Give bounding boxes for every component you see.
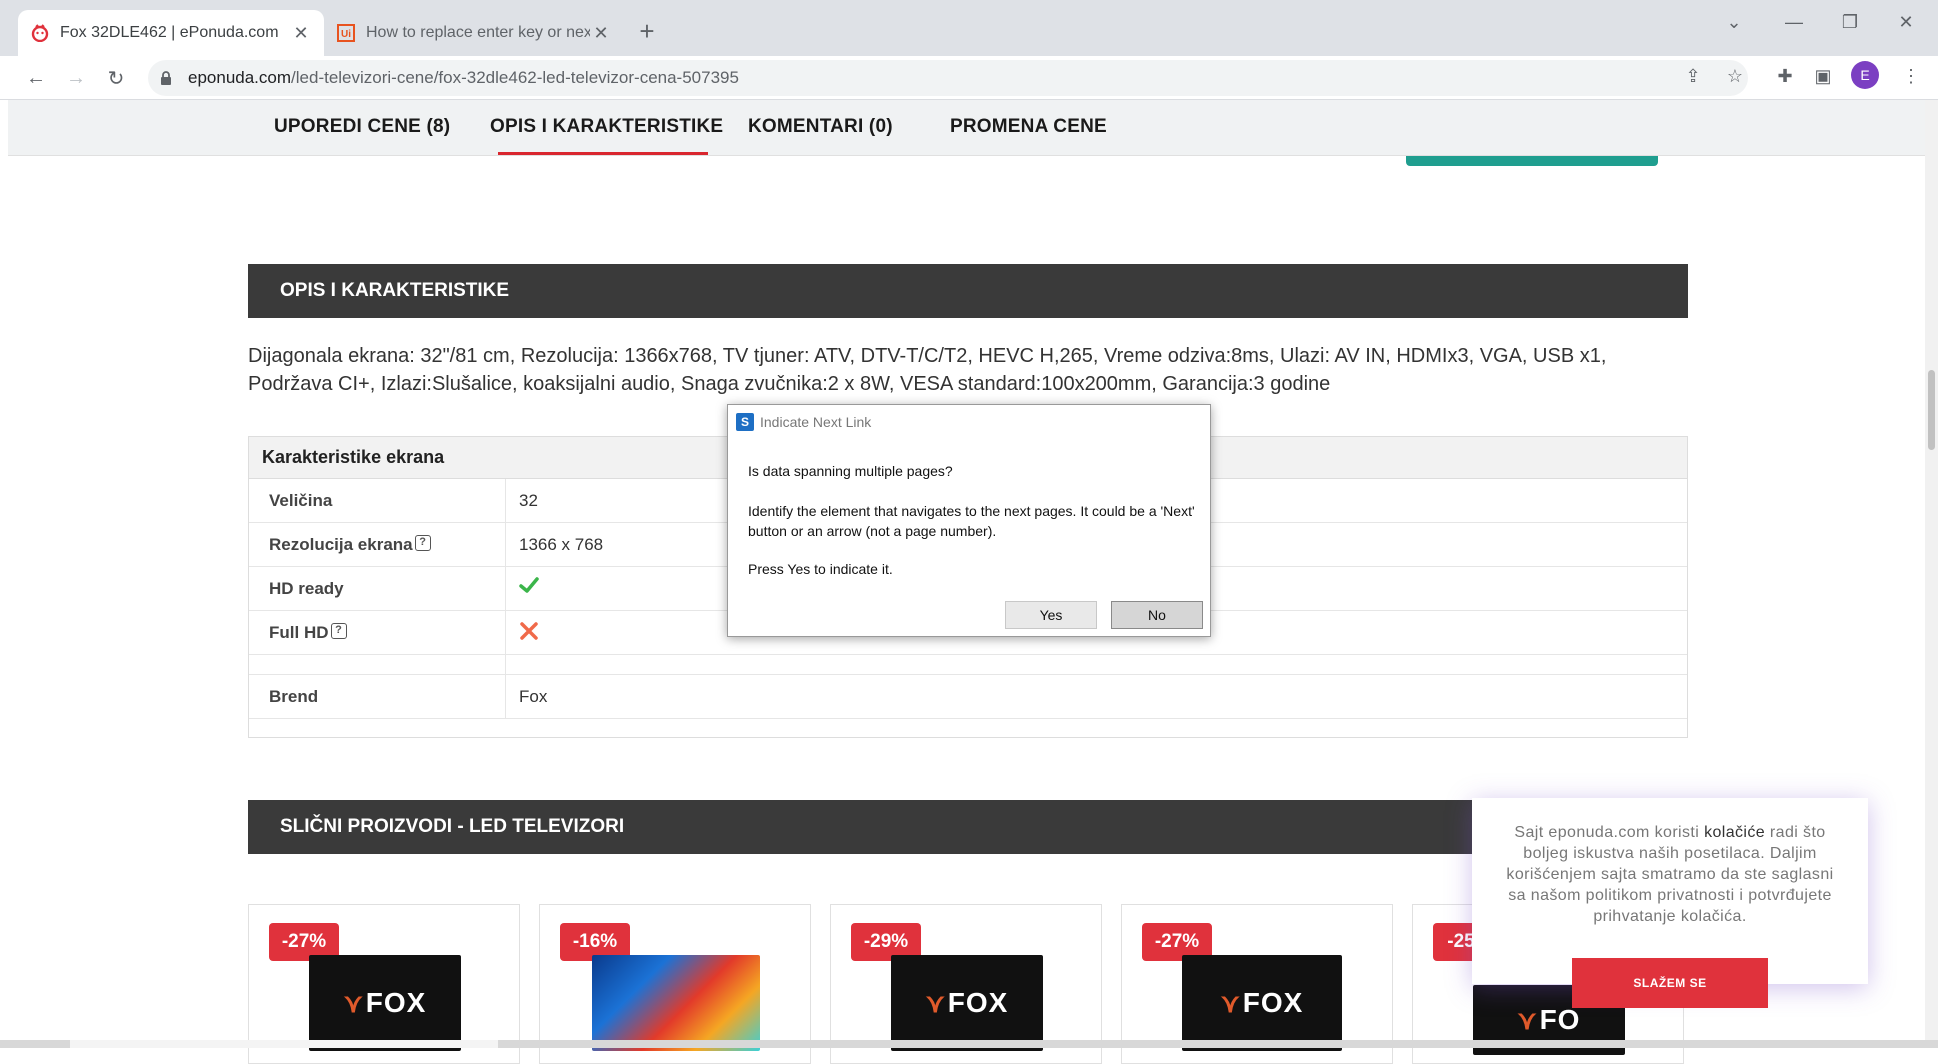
fox-logo: ⋎ FOX [1220, 987, 1304, 1018]
restore-icon[interactable]: ❐ [1830, 12, 1870, 33]
spec-key: HD ready [269, 579, 344, 598]
browser-window: Fox 32DLE462 | ePonuda.com ✕ Ui How to r… [0, 0, 1938, 1064]
lock-icon [160, 70, 176, 86]
tab-uipath-forum[interactable]: Ui How to replace enter key or next ✕ [324, 10, 624, 56]
vertical-scrollbar[interactable] [1925, 100, 1938, 1040]
fox-logo: ⋎ FOX [925, 987, 1009, 1018]
spec-key: Rezolucija ekrana [269, 535, 413, 554]
extensions-icon[interactable]: ✚ [1770, 66, 1800, 87]
spec-value: 32 [519, 491, 538, 510]
bookmark-star-icon[interactable]: ☆ [1720, 66, 1750, 87]
fox-logo: ⋎ FOX [343, 987, 427, 1018]
horizontal-scrollbar-thumb[interactable] [70, 1040, 498, 1048]
brand-logo-text: FO [1539, 1004, 1581, 1035]
cookie-text-part: Sajt eponuda.com koristi [1514, 824, 1705, 841]
tab-title: How to replace enter key or next [366, 24, 590, 41]
tab-strip: Fox 32DLE462 | ePonuda.com ✕ Ui How to r… [0, 0, 1938, 56]
help-icon[interactable]: ? [330, 623, 347, 639]
accept-cookies-button[interactable]: SLAŽEM SE [1572, 958, 1768, 1008]
tab-title: Fox 32DLE462 | ePonuda.com [60, 24, 279, 41]
spec-key: Veličina [269, 491, 333, 510]
tab-price-history[interactable]: PROMENA CENE [950, 116, 1107, 138]
checkmark-icon [519, 575, 539, 600]
new-tab-button[interactable]: + [632, 16, 662, 46]
eponuda-icon [30, 23, 50, 43]
cookie-policy-link[interactable]: kolačiće [1704, 824, 1765, 841]
menu-kebab-icon[interactable]: ⋮ [1896, 66, 1926, 87]
side-panel-icon[interactable]: ▣ [1808, 66, 1838, 87]
brand-logo-text: FOX [947, 987, 1009, 1018]
table-row: Brend Fox [249, 675, 1687, 719]
close-tab-icon[interactable]: ✕ [290, 22, 312, 44]
cell-divider [505, 567, 506, 611]
tab-description[interactable]: OPIS I KARAKTERISTIKE [490, 116, 723, 138]
cell-divider [505, 675, 506, 719]
dialog-titlebar: S Indicate Next Link [728, 405, 1210, 439]
reload-icon[interactable]: ↻ [102, 64, 130, 92]
similar-products-title: SLIČNI PROIZVODI - LED TELEVIZORI [280, 816, 625, 837]
dialog-question: Is data spanning multiple pages? [748, 463, 953, 479]
profile-avatar[interactable]: E [1851, 61, 1879, 89]
spec-key: Full HD [269, 623, 329, 642]
close-tab-icon[interactable]: ✕ [590, 22, 612, 44]
cookie-consent-popup: Sajt eponuda.com koristi kolačiće radi š… [1472, 798, 1868, 1008]
help-icon[interactable]: ? [414, 535, 431, 551]
cross-icon [519, 621, 539, 646]
cookie-text: Sajt eponuda.com koristi kolačiće radi š… [1502, 822, 1838, 927]
url-text: eponuda.com/led-televizori-cene/fox-32dl… [188, 68, 739, 88]
no-button[interactable]: No [1111, 601, 1203, 629]
browser-toolbar: ← → ↻ eponuda.com/led-televizori-cene/fo… [0, 56, 1938, 100]
close-window-icon[interactable]: ✕ [1886, 12, 1926, 33]
tv-thumbnail: ⋎ FOX [1182, 955, 1342, 1051]
tv-thumbnail: ⋎ FOX [891, 955, 1043, 1051]
svg-text:Ui: Ui [341, 29, 351, 40]
product-description: Dijagonala ekrana: 32"/81 cm, Rezolucija… [248, 345, 1607, 395]
tv-thumbnail [592, 955, 760, 1051]
spacer-row [249, 655, 1687, 675]
forward-icon[interactable]: → [62, 64, 90, 92]
partial-action-button[interactable] [1406, 156, 1658, 166]
minimize-icon[interactable]: — [1774, 12, 1814, 33]
spec-key: Brend [269, 687, 319, 706]
brand-logo-text: FOX [365, 987, 427, 1018]
bottom-edge-strip [0, 1040, 1938, 1048]
section-title-bar: OPIS I KARAKTERISTIKE [248, 264, 1688, 318]
dialog-title: Indicate Next Link [760, 414, 872, 430]
uipath-icon: Ui [336, 23, 356, 43]
brand-logo-text: FOX [1242, 987, 1304, 1018]
section-title: OPIS I KARAKTERISTIKE [280, 280, 510, 301]
address-bar[interactable]: eponuda.com/led-televizori-cene/fox-32dl… [148, 60, 1748, 96]
dialog-body: Identify the element that navigates to t… [748, 503, 1195, 539]
product-section-nav: UPOREDI CENE (8) OPIS I KARAKTERISTIKE K… [8, 100, 1930, 156]
tv-thumbnail: ⋎ FOX [309, 955, 461, 1051]
cell-divider [505, 655, 506, 675]
tab-comments[interactable]: KOMENTARI (0) [748, 116, 893, 138]
tab-search-chevron-icon[interactable]: ⌄ [1714, 12, 1754, 33]
url-path: /led-televizori-cene/fox-32dle462-led-te… [291, 68, 739, 87]
cell-divider [505, 611, 506, 655]
share-icon[interactable]: ⇪ [1678, 66, 1708, 87]
scrollbar-thumb[interactable] [1928, 370, 1935, 450]
yes-button[interactable]: Yes [1005, 601, 1097, 629]
cell-divider [505, 479, 506, 523]
spec-key-with-help: Full HD? [269, 623, 347, 643]
url-host: eponuda.com [188, 68, 292, 87]
spec-value-brand-link[interactable]: Fox [519, 687, 547, 707]
tab-eponuda[interactable]: Fox 32DLE462 | ePonuda.com ✕ [18, 10, 324, 56]
spec-key-with-help: Rezolucija ekrana? [269, 535, 431, 555]
back-icon[interactable]: ← [22, 64, 50, 92]
active-tab-underline [498, 152, 708, 155]
fox-logo: ⋎ FO [1517, 1004, 1581, 1035]
dialog-instruction: Press Yes to indicate it. [748, 561, 893, 577]
cell-divider [505, 523, 506, 567]
spec-value: 1366 x 768 [519, 535, 604, 554]
tab-compare-prices[interactable]: UPOREDI CENE (8) [274, 116, 450, 138]
indicate-next-link-dialog: S Indicate Next Link Is data spanning mu… [727, 404, 1211, 637]
uipath-studio-icon: S [736, 413, 754, 431]
